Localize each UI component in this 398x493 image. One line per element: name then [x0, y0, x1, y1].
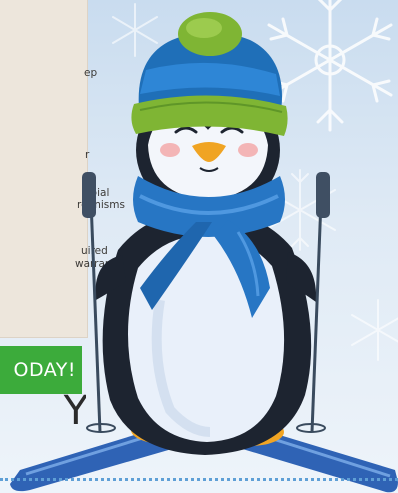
penguin-mascot: [10, 12, 398, 493]
beanie-hat-icon: [131, 12, 288, 136]
promo-banner: ep r obial rganisms uired warranty ODAY!…: [0, 0, 398, 493]
dotted-divider: [0, 478, 398, 481]
